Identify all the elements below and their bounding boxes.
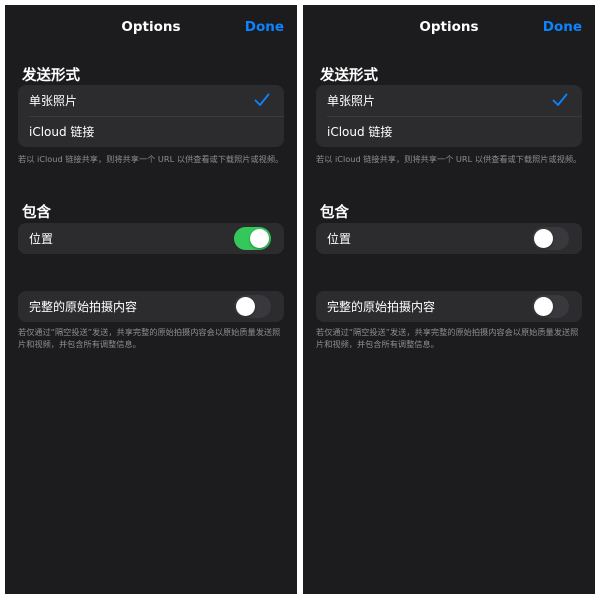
- toggle-knob: [250, 229, 269, 248]
- toggle-knob: [534, 229, 553, 248]
- send-format-group: 单张照片 iCloud 链接: [18, 85, 284, 147]
- option-label: iCloud 链接: [327, 125, 393, 139]
- toggle-knob: [236, 297, 255, 316]
- original-capture-label: 完整的原始拍摄内容: [29, 300, 138, 314]
- location-row: 位置: [18, 223, 284, 254]
- include-heading: 包含: [22, 205, 51, 221]
- navigation-bar: Options Done: [303, 5, 595, 51]
- original-capture-toggle[interactable]: [234, 295, 271, 318]
- original-capture-footnote: 若仅通过“隔空投送”发送，共享完整的原始拍摄内容会以原始质量发送照片和视频，并包…: [316, 327, 579, 349]
- send-format-heading: 发送形式: [320, 68, 378, 84]
- done-button[interactable]: Done: [245, 19, 284, 35]
- checkmark-icon: [552, 93, 568, 106]
- option-icloud-link[interactable]: iCloud 链接: [316, 116, 582, 147]
- send-format-footnote: 若以 iCloud 链接共享，则将共享一个 URL 以供查看或下载照片或视频。: [316, 154, 582, 164]
- original-group: 完整的原始拍摄内容: [18, 291, 284, 322]
- divider: [29, 116, 284, 117]
- option-label: 单张照片: [327, 94, 376, 108]
- done-button[interactable]: Done: [543, 19, 582, 35]
- location-label: 位置: [327, 232, 352, 246]
- original-capture-row: 完整的原始拍摄内容: [316, 291, 582, 322]
- options-screen-left: Options Done 发送形式 单张照片 iCloud 链接 若以 iClo…: [5, 5, 297, 594]
- navigation-bar: Options Done: [5, 5, 297, 51]
- original-capture-toggle[interactable]: [532, 295, 569, 318]
- option-single-photo[interactable]: 单张照片: [18, 85, 284, 116]
- send-format-footnote: 若以 iCloud 链接共享，则将共享一个 URL 以供查看或下载照片或视频。: [18, 154, 284, 164]
- checkmark-icon: [254, 93, 270, 106]
- divider: [327, 116, 582, 117]
- option-single-photo[interactable]: 单张照片: [316, 85, 582, 116]
- original-group: 完整的原始拍摄内容: [316, 291, 582, 322]
- option-label: 单张照片: [29, 94, 78, 108]
- send-format-heading: 发送形式: [22, 68, 80, 84]
- location-label: 位置: [29, 232, 54, 246]
- location-row: 位置: [316, 223, 582, 254]
- original-capture-row: 完整的原始拍摄内容: [18, 291, 284, 322]
- location-toggle[interactable]: [532, 227, 569, 250]
- include-group: 位置: [18, 223, 284, 254]
- include-group: 位置: [316, 223, 582, 254]
- send-format-group: 单张照片 iCloud 链接: [316, 85, 582, 147]
- include-heading: 包含: [320, 205, 349, 221]
- location-toggle[interactable]: [234, 227, 271, 250]
- toggle-knob: [534, 297, 553, 316]
- original-capture-label: 完整的原始拍摄内容: [327, 300, 436, 314]
- options-screen-right: Options Done 发送形式 单张照片 iCloud 链接 若以 iClo…: [303, 5, 595, 594]
- original-capture-footnote: 若仅通过“隔空投送”发送，共享完整的原始拍摄内容会以原始质量发送照片和视频，并包…: [18, 327, 281, 349]
- option-label: iCloud 链接: [29, 125, 95, 139]
- option-icloud-link[interactable]: iCloud 链接: [18, 116, 284, 147]
